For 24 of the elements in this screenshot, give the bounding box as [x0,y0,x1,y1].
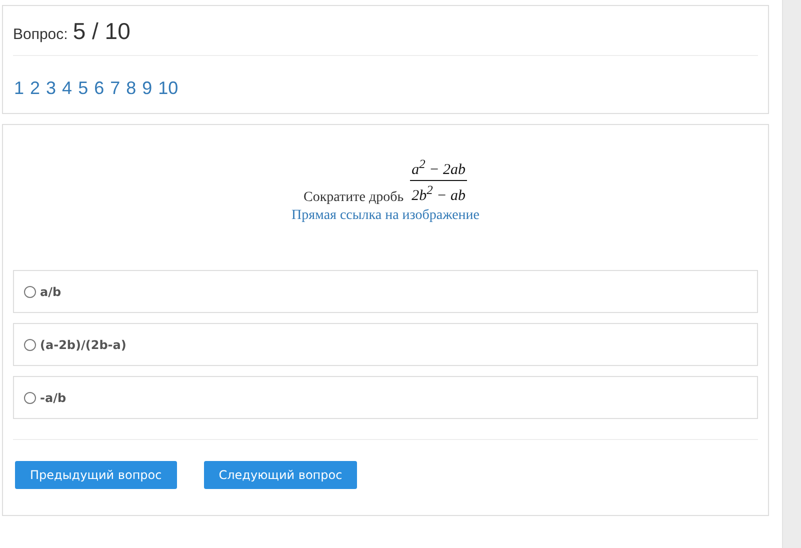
answer-option[interactable]: a/b [13,270,758,313]
question-counter: 5 / 10 [72,18,130,45]
scrollbar-track[interactable] [782,0,801,548]
question-number-link[interactable]: 1 [14,78,24,99]
question-number-link[interactable]: 8 [126,78,136,99]
question-label: Вопрос: [13,26,68,43]
question-number-link[interactable]: 9 [142,78,152,99]
fraction-formula: a$^{2}$ − 2ab 2b$^{2}$ − ab [410,155,468,206]
radio-button[interactable] [24,338,36,350]
previous-question-button[interactable]: Предыдущий вопрос [15,461,177,489]
question-number-link[interactable]: 10 [158,78,178,99]
question-text: Сократите дробь [304,190,404,206]
radio-button[interactable] [24,286,36,298]
question-number-link[interactable]: 3 [46,78,56,99]
radio-button[interactable] [24,392,36,404]
answer-option[interactable]: (a-2b)/(2b-a) [13,323,758,366]
next-question-button[interactable]: Следующий вопрос [204,461,358,489]
question-number-link[interactable]: 4 [62,78,72,99]
question-number-link[interactable]: 2 [30,78,40,99]
question-number-link[interactable]: 7 [110,78,120,99]
answer-option[interactable]: -a/b [13,376,758,419]
question-number-link[interactable]: 5 [78,78,88,99]
image-link[interactable]: Прямая ссылка на изображение [292,208,480,224]
question-number-link[interactable]: 6 [94,78,104,99]
